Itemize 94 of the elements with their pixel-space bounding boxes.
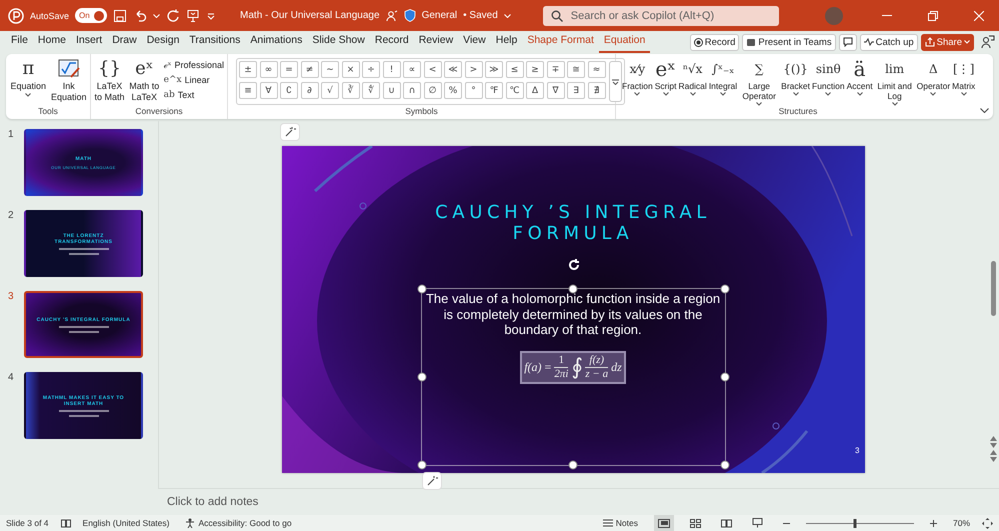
search-field[interactable]: Search or ask Copilot (Alt+Q) <box>542 6 779 26</box>
symbol-button[interactable]: ≫ <box>485 61 503 78</box>
group-label: Structures <box>778 106 818 118</box>
ribbon-tab[interactable]: Design <box>142 31 184 53</box>
group-label: Symbols <box>405 106 438 118</box>
symbol-button[interactable]: ∇ <box>546 82 564 99</box>
record-button[interactable]: Record <box>690 34 740 50</box>
conversion-option[interactable]: ab Text <box>164 87 224 102</box>
slide-number: 2 <box>8 210 15 223</box>
structure-button[interactable]: [⋮] Matrix <box>952 57 976 96</box>
symbol-button[interactable]: ∁ <box>280 82 298 99</box>
symbol-button[interactable]: ≈ <box>588 61 606 78</box>
symbol-button[interactable]: ! <box>382 61 400 78</box>
group-label: Tools <box>38 106 58 118</box>
ribbon-tab[interactable]: Review <box>414 31 458 53</box>
structure-button[interactable]: x⁄y Fraction <box>622 57 653 96</box>
slide-title[interactable]: CAUCHY ’S INTEGRAL FORMULA <box>408 202 738 244</box>
math-to-latex-button[interactable]: eˣ Math to LaTeX <box>128 57 161 102</box>
autosave-label: AutoSave <box>30 10 70 20</box>
structure-button[interactable]: Δ Operator <box>916 57 950 96</box>
symbol-button[interactable]: ∛ <box>342 82 360 99</box>
symbol-button[interactable]: ≅ <box>567 61 585 78</box>
ribbon-tab[interactable]: Record <box>370 31 414 53</box>
share-button[interactable]: Share <box>920 34 974 50</box>
ribbon-tab[interactable]: Draw <box>107 31 142 53</box>
symbol-button[interactable]: ≡ <box>239 82 257 99</box>
notes-button[interactable]: Notes <box>598 515 642 531</box>
symbol-button[interactable]: > <box>464 61 482 78</box>
symbol-button[interactable]: < <box>424 61 442 78</box>
ribbon-tab[interactable]: Insert <box>70 31 108 53</box>
present-in-teams-button[interactable]: Present in Teams <box>742 34 836 50</box>
ribbon-tab[interactable]: View <box>458 31 491 53</box>
structure-button[interactable]: eˣ Script <box>654 57 676 96</box>
ink-equation-button[interactable]: Ink Equation <box>50 57 87 102</box>
latex-to-math-button[interactable]: {} LaTeX to Math <box>94 57 125 102</box>
language[interactable]: English (United States) <box>82 518 170 528</box>
symbol-button[interactable]: ≥ <box>526 61 544 78</box>
structure-button[interactable]: lim Limit and Log <box>874 57 915 106</box>
symbol-button[interactable]: ∪ <box>382 82 400 99</box>
symbol-button[interactable]: ∂ <box>300 82 318 99</box>
slide-body-text: The value of a holomorphic function inside a region is completely determined by its values on the boundary of that region. <box>424 291 722 338</box>
symbol-button[interactable]: ≪ <box>444 61 462 78</box>
slide-count: Slide 3 of 4 <box>6 518 49 528</box>
symbol-button[interactable]: = <box>280 61 298 78</box>
sensitivity-label: General <box>422 10 458 21</box>
symbol-button[interactable]: × <box>342 61 360 78</box>
structure-button[interactable]: ∑ Large Operator <box>739 57 780 106</box>
ribbon-tab[interactable]: Home <box>32 31 71 53</box>
symbol-button[interactable]: ÷ <box>362 61 380 78</box>
ribbon-tab[interactable]: Transitions <box>184 31 246 53</box>
ribbon-tab[interactable]: Animations <box>245 31 308 53</box>
symbol-button[interactable]: ℉ <box>485 82 503 99</box>
structure-button[interactable]: ⁿ√x Radical <box>678 57 707 96</box>
conversion-option[interactable]: e^x Linear <box>164 72 224 87</box>
ribbon-tab[interactable]: Help <box>490 31 522 53</box>
catch-up-button[interactable]: Catch up <box>860 34 918 50</box>
symbol-button[interactable]: ∀ <box>260 82 278 99</box>
symbol-button[interactable]: ∓ <box>546 61 564 78</box>
symbol-button[interactable]: ° <box>464 82 482 99</box>
slide-number: 3 <box>8 291 15 304</box>
slide-number: 1 <box>8 129 15 142</box>
group-label: Conversions <box>135 106 183 118</box>
symbol-button[interactable]: √ <box>321 82 339 99</box>
structure-button[interactable]: {()} Bracket <box>781 57 810 96</box>
conversion-option[interactable]: ℯˣ Professional <box>164 57 224 72</box>
symbol-button[interactable]: ∞ <box>260 61 278 78</box>
symbol-button[interactable]: ∝ <box>403 61 421 78</box>
slide-number: 4 <box>8 372 15 385</box>
structure-button[interactable]: sinθ Function <box>812 57 845 96</box>
symbol-button[interactable]: ± <box>239 61 257 78</box>
structure-button[interactable]: ∫ˣ₋ₓ Integral <box>708 57 738 96</box>
symbol-button[interactable]: ≠ <box>300 61 318 78</box>
symbol-button[interactable]: ℃ <box>506 82 524 99</box>
symbol-button[interactable]: ∆ <box>526 82 544 99</box>
symbol-button[interactable]: ∄ <box>588 82 606 99</box>
symbol-button[interactable]: ∅ <box>424 82 442 99</box>
structure-button[interactable]: ä Accent <box>846 57 873 96</box>
zoom-level: 70% <box>952 518 970 528</box>
symbol-button[interactable]: ∃ <box>567 82 585 99</box>
symbol-button[interactable]: % <box>444 82 462 99</box>
ribbon-tab[interactable]: File <box>6 31 33 53</box>
symbol-button[interactable]: ~ <box>321 61 339 78</box>
document-title: Math - Our Universal Language <box>240 10 380 21</box>
symbol-button[interactable]: ∩ <box>403 82 421 99</box>
slide-page-number: 3 <box>855 446 860 455</box>
autosave-toggle[interactable]: On <box>75 8 108 23</box>
ribbon-tab[interactable]: Shape Format <box>522 31 599 53</box>
equation-button[interactable]: π Equation <box>9 57 48 96</box>
save-status: • Saved <box>463 10 498 21</box>
symbol-button[interactable]: ∜ <box>362 82 380 99</box>
ribbon-tab[interactable]: Slide Show <box>307 31 370 53</box>
symbol-button[interactable]: ≤ <box>506 61 524 78</box>
accessibility-status[interactable]: Accessibility: Good to go <box>181 515 296 531</box>
notes-field[interactable]: Click to add notes <box>165 495 469 509</box>
